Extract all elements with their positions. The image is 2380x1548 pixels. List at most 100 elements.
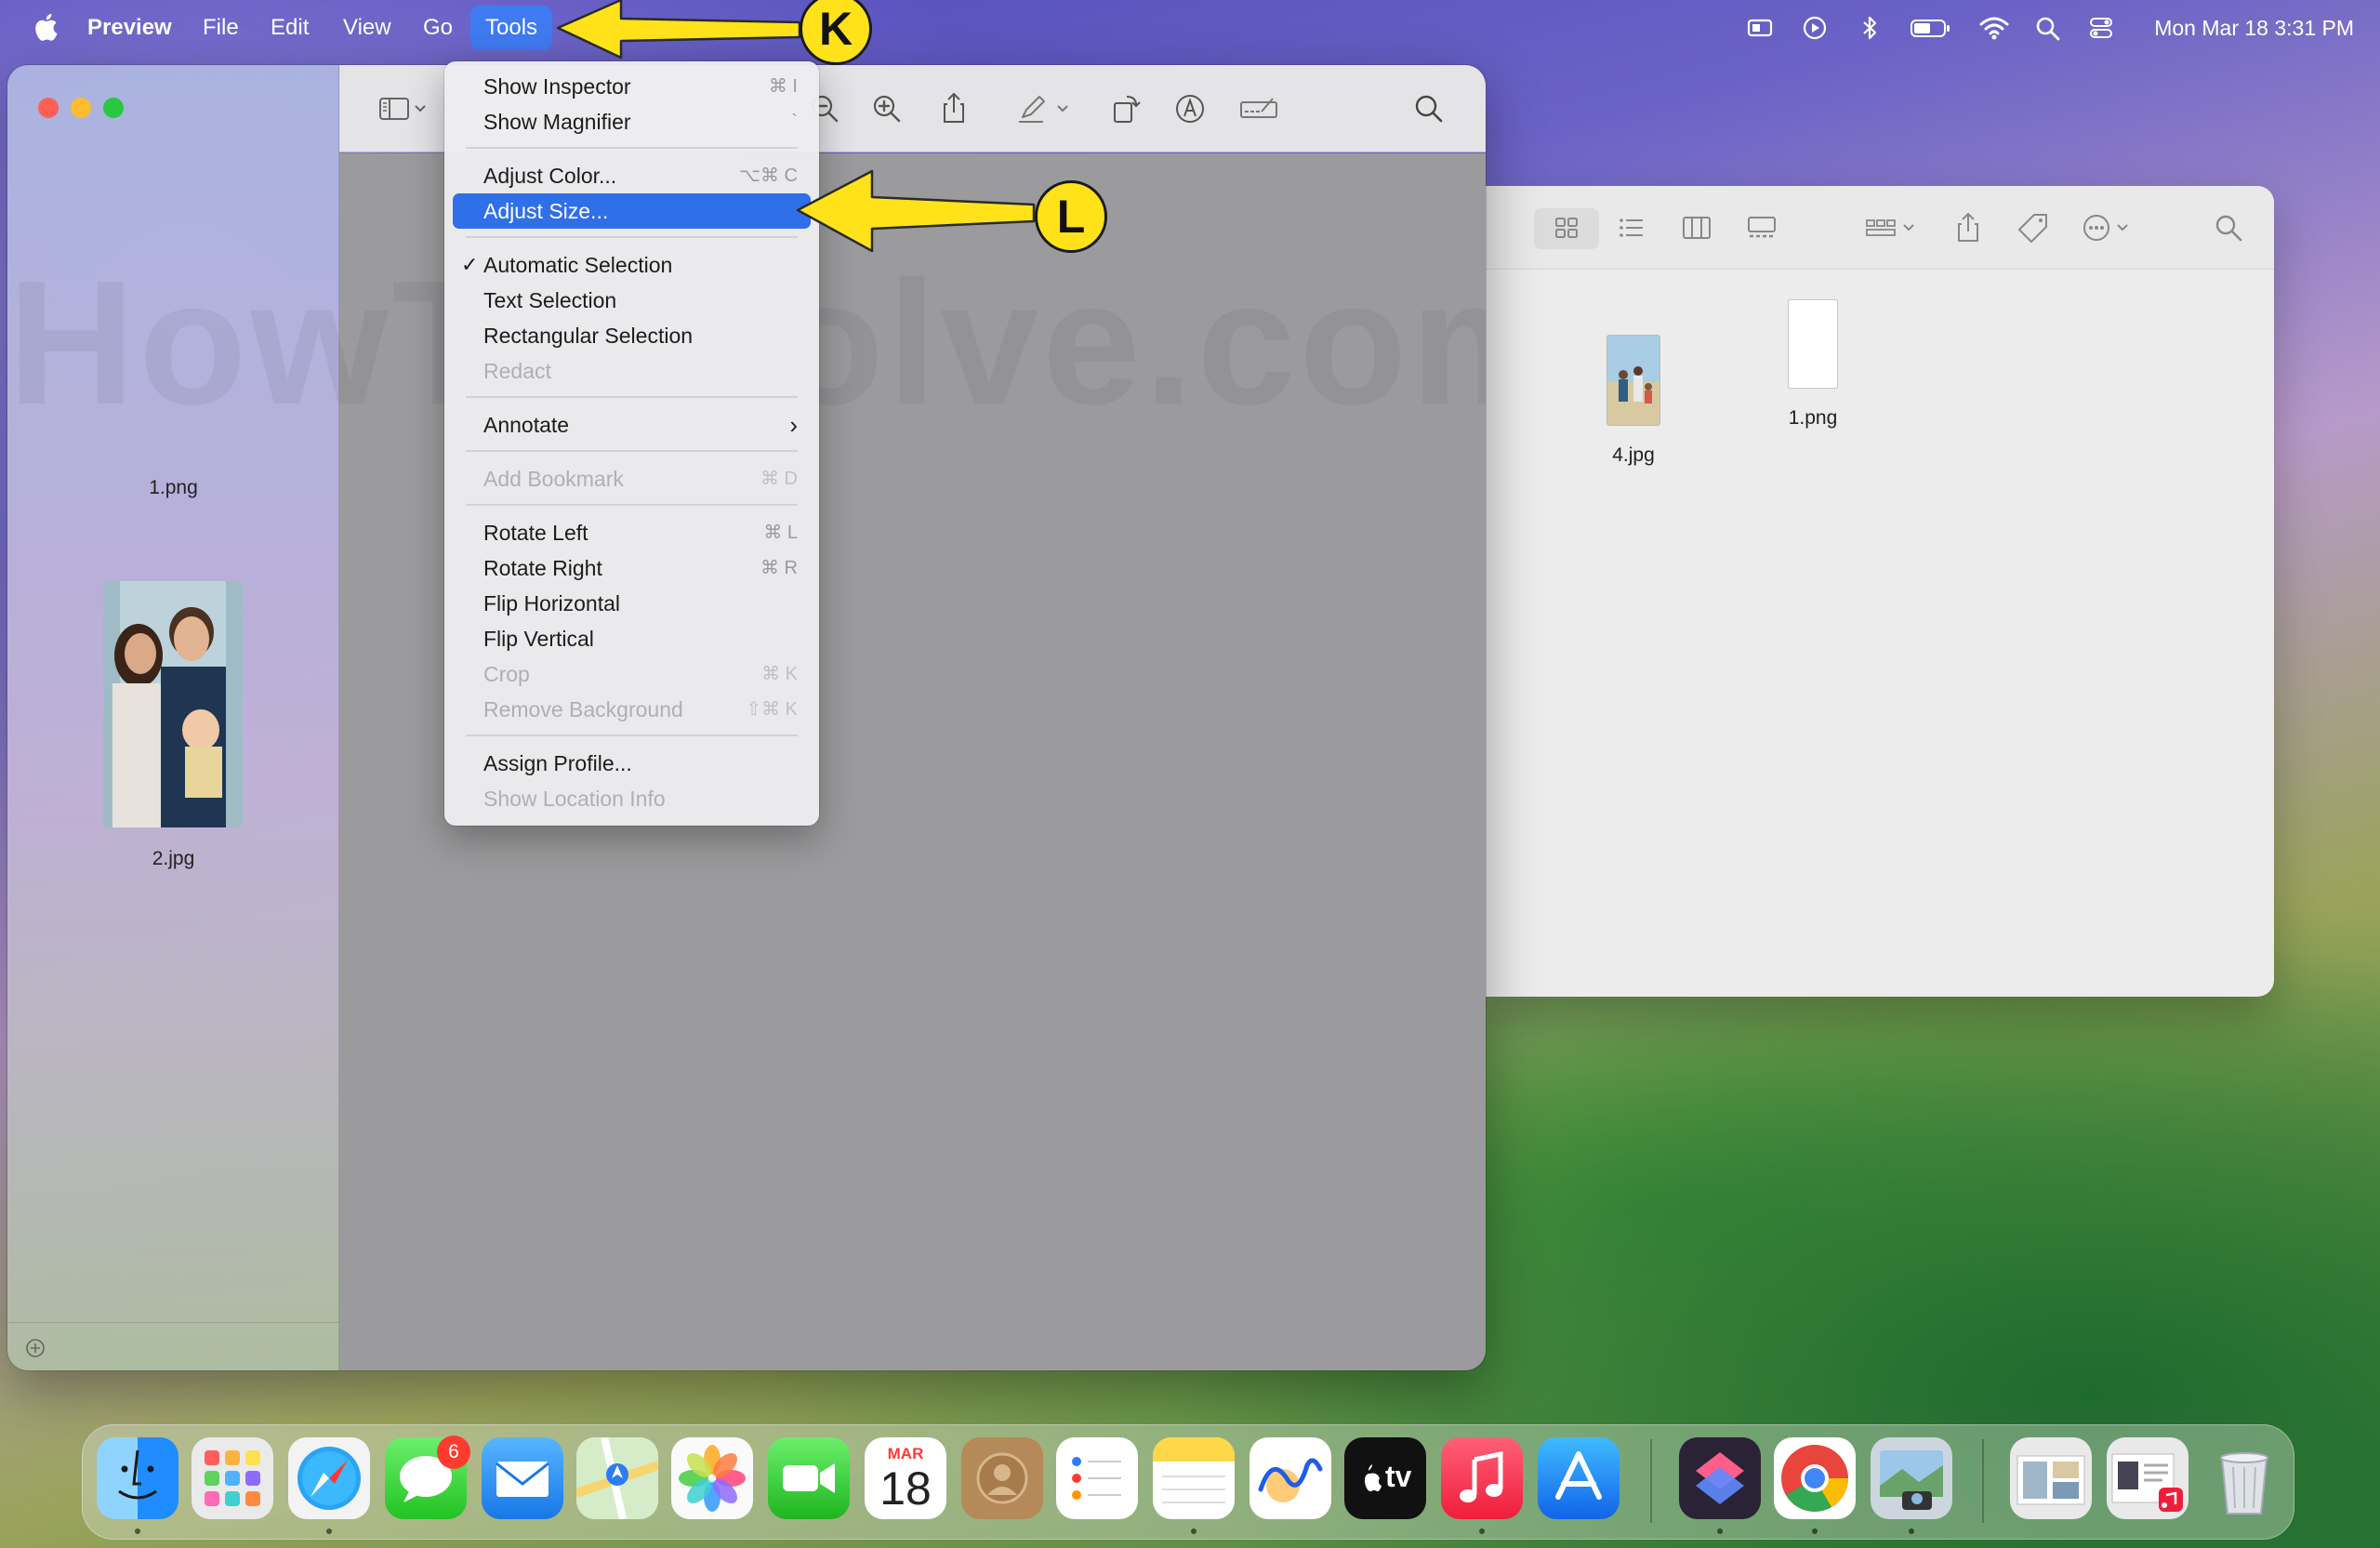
- dock-separator: [1650, 1439, 1652, 1523]
- sidebar-thumb-2jpg[interactable]: [103, 581, 243, 827]
- sidebar-divider: [7, 1322, 339, 1323]
- file-thumbnail-1png[interactable]: [1788, 299, 1838, 389]
- markup-icon[interactable]: [1172, 91, 1208, 126]
- dock-finder-icon[interactable]: [97, 1437, 178, 1519]
- dock-chrome-icon[interactable]: [1774, 1437, 1856, 1519]
- dock-notes-icon[interactable]: [1153, 1437, 1235, 1519]
- highlight-icon[interactable]: [1013, 91, 1073, 126]
- dock-launchpad-icon[interactable]: [192, 1437, 273, 1519]
- messages-badge: 6: [437, 1436, 470, 1469]
- search-icon[interactable]: [1411, 91, 1447, 126]
- dock-reminders-icon[interactable]: [1056, 1437, 1138, 1519]
- form-filling-icon[interactable]: [1237, 91, 1282, 126]
- chevron-right-icon: ›: [789, 411, 798, 439]
- menu-item-label: Text Selection: [483, 288, 617, 312]
- running-indicator: [1909, 1528, 1914, 1534]
- list-view-icon[interactable]: [1614, 210, 1649, 245]
- now-playing-icon[interactable]: [1801, 15, 1829, 41]
- bluetooth-icon[interactable]: [1856, 15, 1884, 41]
- shortcut-label: `: [791, 112, 798, 132]
- dock-downloads-stack-icon[interactable]: [2010, 1437, 2092, 1519]
- menubar-clock[interactable]: Mon Mar 18 3:31 PM: [2154, 0, 2354, 56]
- shortcut-label: ⌘ D: [760, 469, 798, 489]
- menu-item-show-magnifier[interactable]: Show Magnifier `: [453, 104, 811, 139]
- menu-separator: [466, 147, 798, 149]
- dock-app-store-icon[interactable]: [1538, 1437, 1620, 1519]
- finder-search-icon[interactable]: [2211, 210, 2246, 245]
- menu-item-rectangular-selection[interactable]: Rectangular Selection: [453, 318, 811, 353]
- shortcut-label: ⌘ R: [760, 558, 798, 578]
- dock-maps-icon[interactable]: [576, 1437, 658, 1519]
- apple-menu-icon[interactable]: [33, 13, 58, 41]
- more-actions-icon[interactable]: [2079, 210, 2138, 245]
- group-by-icon[interactable]: [1861, 210, 1921, 245]
- menu-item-text-selection[interactable]: Text Selection: [453, 283, 811, 318]
- screen-mirroring-icon[interactable]: [1746, 15, 1774, 41]
- close-window-button[interactable]: [38, 98, 59, 118]
- shortcut-label: ⌥⌘ C: [738, 165, 798, 186]
- menu-item-crop: Crop ⌘ K: [453, 656, 811, 692]
- shortcut-label: ⌘ I: [768, 76, 798, 97]
- running-indicator: [1191, 1528, 1197, 1534]
- file-label-1png[interactable]: 1.png: [1757, 407, 1869, 430]
- dock-trash-icon[interactable]: [2203, 1437, 2285, 1519]
- battery-icon[interactable]: [1910, 15, 1950, 41]
- dock-recent-documents-icon[interactable]: [2107, 1437, 2188, 1519]
- tools-menu: Show Inspector ⌘ I Show Magnifier ` Adjust…: [444, 61, 819, 826]
- dock-contacts-icon[interactable]: [961, 1437, 1043, 1519]
- file-label-4jpg[interactable]: 4.jpg: [1578, 444, 1689, 467]
- shortcut-label: ⌘ K: [761, 664, 798, 684]
- menu-item-label: Rotate Right: [483, 556, 602, 580]
- dock-photos-icon[interactable]: [671, 1437, 753, 1519]
- menu-item-rotate-left[interactable]: Rotate Left ⌘ L: [453, 515, 811, 550]
- dock-shortcuts-icon[interactable]: [1679, 1437, 1761, 1519]
- add-page-icon[interactable]: [24, 1337, 46, 1359]
- dock-facetime-icon[interactable]: [768, 1437, 850, 1519]
- calendar-day: 18: [879, 1462, 932, 1515]
- dock-music-icon[interactable]: [1441, 1437, 1523, 1519]
- zoom-in-icon[interactable]: [869, 91, 905, 126]
- menu-separator: [466, 734, 798, 736]
- gallery-view-icon[interactable]: [1744, 210, 1779, 245]
- menu-item-flip-vertical[interactable]: Flip Vertical: [453, 621, 811, 656]
- icon-view-icon[interactable]: [1549, 210, 1584, 245]
- dock-preview-icon[interactable]: [1871, 1437, 1952, 1519]
- dock-freeform-icon[interactable]: [1250, 1437, 1331, 1519]
- menu-edit[interactable]: Edit: [256, 0, 324, 56]
- menu-item-assign-profile[interactable]: Assign Profile...: [453, 746, 811, 781]
- sidebar-thumb-label-1png[interactable]: 1.png: [7, 477, 339, 499]
- rotate-icon[interactable]: [1108, 91, 1144, 126]
- dock-mail-icon[interactable]: [482, 1437, 563, 1519]
- menu-item-automatic-selection[interactable]: ✓ Automatic Selection: [453, 247, 811, 283]
- dock-calendar-icon[interactable]: MAR 18: [865, 1437, 946, 1519]
- menu-item-adjust-color[interactable]: Adjust Color... ⌥⌘ C: [453, 158, 811, 193]
- sidebar-thumb-label-2jpg[interactable]: 2.jpg: [7, 848, 339, 870]
- menu-item-show-inspector[interactable]: Show Inspector ⌘ I: [453, 69, 811, 104]
- running-indicator: [326, 1528, 332, 1534]
- menu-item-adjust-size[interactable]: Adjust Size...: [453, 193, 811, 229]
- menu-view[interactable]: View: [328, 0, 406, 56]
- dock-apple-tv-icon[interactable]: tv: [1344, 1437, 1426, 1519]
- tag-icon[interactable]: [2016, 210, 2051, 245]
- spotlight-search-icon[interactable]: [2034, 15, 2062, 41]
- dock-safari-icon[interactable]: [288, 1437, 370, 1519]
- menu-file[interactable]: File: [188, 0, 254, 56]
- share-icon[interactable]: [936, 91, 972, 126]
- menu-item-label: Show Inspector: [483, 74, 631, 99]
- menu-go[interactable]: Go: [408, 0, 468, 56]
- wifi-icon[interactable]: [1978, 15, 2010, 41]
- appletv-label: tv: [1385, 1460, 1412, 1493]
- column-view-icon[interactable]: [1679, 210, 1714, 245]
- menu-tools[interactable]: Tools: [470, 6, 553, 50]
- menu-item-label: Adjust Size...: [483, 199, 609, 223]
- file-thumbnail-4jpg[interactable]: [1606, 335, 1660, 426]
- zoom-window-button[interactable]: [103, 98, 124, 118]
- sidebar-toggle-icon[interactable]: [375, 91, 434, 126]
- control-center-icon[interactable]: [2087, 15, 2115, 41]
- menu-app-preview[interactable]: Preview: [73, 0, 187, 56]
- menu-item-rotate-right[interactable]: Rotate Right ⌘ R: [453, 550, 811, 586]
- minimize-window-button[interactable]: [71, 98, 91, 118]
- menu-item-flip-horizontal[interactable]: Flip Horizontal: [453, 586, 811, 621]
- menu-item-annotate[interactable]: Annotate ›: [453, 407, 811, 443]
- share-icon[interactable]: [1950, 210, 1986, 245]
